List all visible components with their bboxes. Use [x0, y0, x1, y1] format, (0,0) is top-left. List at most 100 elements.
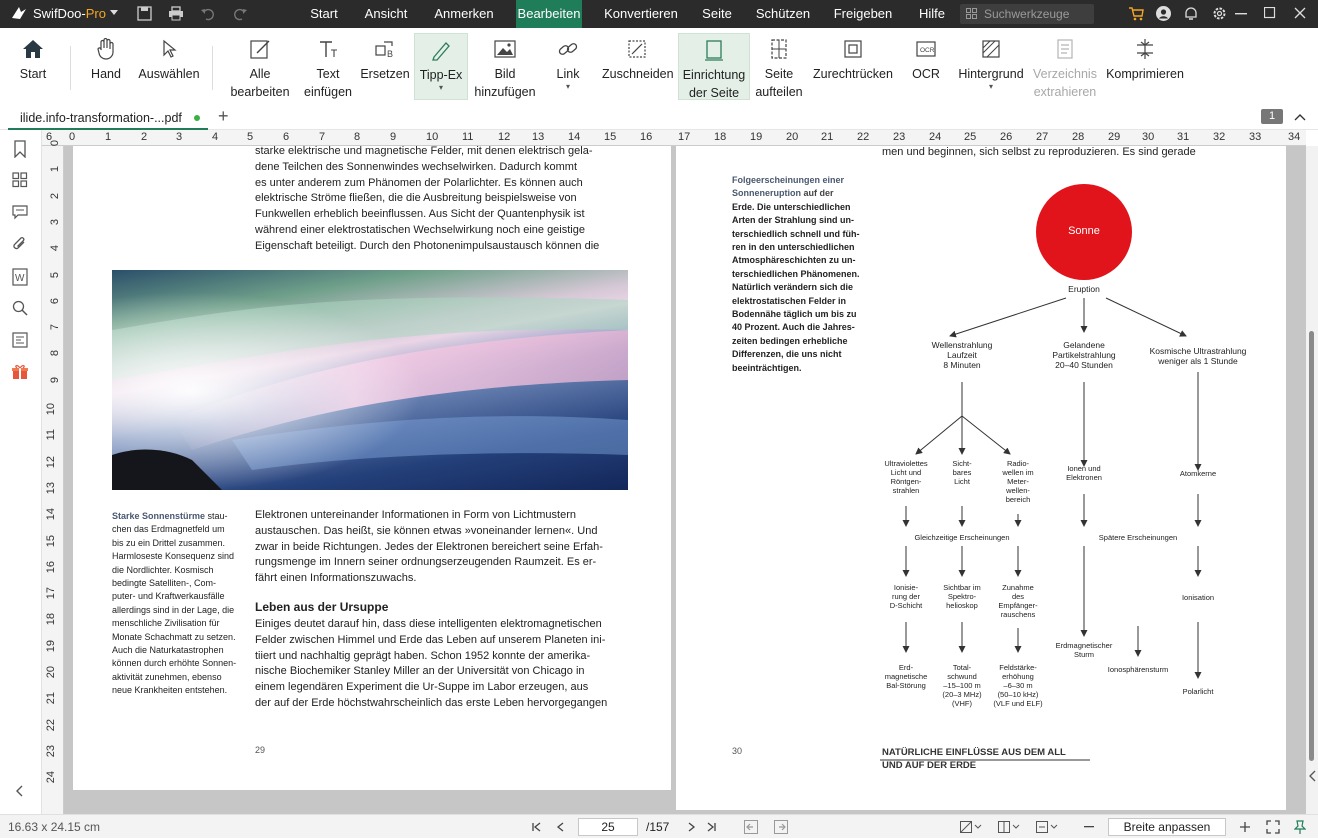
side-first: auf der [803, 188, 834, 199]
menu-tab-freigeben[interactable]: Freigeben [830, 0, 896, 28]
pin-icon[interactable] [1294, 820, 1306, 834]
zoom-mode-icon[interactable] [1036, 821, 1058, 833]
ruler-tick-label: 15 [45, 534, 57, 547]
panel-expand-chevron-icon[interactable] [1308, 770, 1316, 782]
body-mid-line: fährt einen Informationszuwachs. [255, 572, 417, 585]
back-view-icon[interactable] [744, 820, 758, 834]
link-button[interactable]: Link ▾ [548, 33, 588, 100]
settings-gear-icon[interactable] [1212, 6, 1227, 21]
insert-text-button[interactable]: Text einfügen [302, 33, 354, 100]
add-image-button[interactable]: Bild hinzufügen [474, 33, 536, 100]
fullscreen-icon[interactable] [1266, 820, 1280, 834]
edit-all-button[interactable]: Alle bearbeiten ▾ [228, 33, 292, 116]
collapse-sidebar-chevron-icon[interactable] [15, 785, 23, 797]
word-document-icon[interactable]: W [12, 268, 28, 286]
zoom-in-icon[interactable] [1240, 822, 1250, 832]
fit-width-dropdown[interactable]: Breite anpassen [1108, 818, 1226, 836]
ruler-tick-label: 14 [45, 508, 57, 521]
sun-label: Sonne [1068, 225, 1100, 237]
previous-page-icon[interactable] [556, 822, 566, 832]
print-icon[interactable] [168, 6, 184, 21]
page-number-input[interactable]: 25 [578, 818, 638, 836]
body-bottom-line: Einiges deutet darauf hin, dass diese in… [255, 618, 602, 630]
compress-label: Komprimieren [1106, 67, 1184, 81]
extract-toc-button[interactable]: Verzeichnis extrahieren [1032, 33, 1098, 100]
menu-tab-anmerken[interactable]: Anmerken [428, 0, 500, 28]
redo-icon[interactable] [232, 6, 248, 21]
notification-bell-icon[interactable] [1184, 6, 1198, 21]
body-mid-line: Elektronen untereinander Informationen i… [255, 509, 577, 521]
svg-text:W: W [15, 273, 25, 284]
page-setup-button[interactable]: Einrichtung der Seite [678, 33, 750, 100]
search-icon[interactable] [12, 300, 28, 316]
collapse-toolbar-chevron-icon[interactable] [1294, 113, 1306, 121]
first-page-icon[interactable] [532, 822, 542, 832]
last-page-icon[interactable] [706, 822, 716, 832]
select-label: Auswählen [138, 67, 200, 81]
view-mode-icon[interactable] [960, 821, 982, 833]
caption-line: Harmloseste Konsequenz sind [112, 551, 235, 562]
menu-tab-ansicht[interactable]: Ansicht [358, 0, 414, 28]
ruler-tick-label: 32 [1213, 131, 1226, 143]
straighten-button[interactable]: Zurechtrücken [812, 33, 894, 100]
undo-icon[interactable] [200, 6, 216, 21]
compress-button[interactable]: Komprimieren [1104, 33, 1186, 100]
tippex-button[interactable]: Tipp-Ex ▾ [414, 33, 468, 100]
gift-icon[interactable] [12, 364, 28, 380]
maximize-window-icon[interactable] [1264, 7, 1276, 19]
vertical-scrollbar[interactable] [1306, 146, 1318, 814]
toc-extract-icon [1032, 33, 1098, 65]
forward-view-icon[interactable] [774, 820, 788, 834]
page-dimensions: 16.63 x 24.15 cm [8, 820, 101, 834]
app-menu-caret-icon[interactable] [110, 8, 118, 16]
document-viewport[interactable]: starke elektrische und magnetische Felde… [64, 146, 1306, 814]
ocr-button[interactable]: OCR OCR [906, 33, 946, 100]
select-tool-button[interactable]: Auswählen [138, 33, 200, 100]
menu-tab-hilfe[interactable]: Hilfe [912, 0, 952, 28]
menu-tab-konvertieren[interactable]: Konvertieren [598, 0, 684, 28]
next-page-icon[interactable] [686, 822, 696, 832]
minimize-window-icon[interactable] [1235, 13, 1247, 15]
ruler-tick-label: 31 [1177, 131, 1190, 143]
document-tab[interactable]: ilide.info-transformation-...pdf [8, 106, 208, 130]
left-body-bottom: Einiges deutet darauf hin, dass diese in… [255, 617, 635, 712]
comments-icon[interactable] [12, 204, 28, 220]
side-line: 40 Prozent. Auch die Jahres- [732, 322, 855, 333]
shop-cart-icon[interactable] [1128, 6, 1144, 21]
body-top-line: elektrische Ströme fließen, die die Ausb… [255, 192, 577, 205]
bookmark-icon[interactable] [12, 140, 28, 158]
split-page-label-1: Seite [764, 67, 794, 81]
page-layout-icon[interactable] [998, 821, 1020, 833]
caption-line: neue Krankheiten entstehen. [112, 685, 228, 696]
body-top-line: während einer elektrostatischen Wechselw… [255, 223, 585, 236]
form-fields-icon[interactable] [12, 332, 28, 348]
attachment-icon[interactable] [12, 236, 28, 252]
replace-button[interactable]: B Ersetzen [360, 33, 410, 100]
uv-xray-label: Ultraviolettes Licht und Röntgen-strahlen [884, 459, 928, 495]
background-button[interactable]: Hintergrund ▾ [956, 33, 1026, 100]
user-avatar-icon[interactable] [1156, 6, 1171, 21]
body-top-line: dene Teilchen des Sonnenwindes wechselwi… [255, 160, 578, 173]
insert-text-label-2: einfügen [304, 85, 352, 99]
zoom-out-icon[interactable] [1084, 826, 1094, 828]
menu-tab-schuetzen[interactable]: Schützen [752, 0, 814, 28]
hand-tool-button[interactable]: Hand [86, 33, 126, 100]
scrollbar-thumb[interactable] [1309, 331, 1314, 761]
caption-line: bedingte Satelliten-, Com- [112, 578, 217, 589]
side-line: zeiten bedingen erhebliche [732, 335, 848, 346]
close-window-icon[interactable] [1294, 7, 1306, 19]
crop-button[interactable]: Zuschneiden [602, 33, 674, 100]
thumbnails-icon[interactable] [12, 172, 28, 188]
add-tab-plus-icon[interactable]: + [218, 106, 229, 127]
ruler-tick-label: 7 [49, 324, 61, 331]
start-button[interactable]: Start [12, 33, 54, 100]
ruler-tick-label: 2 [49, 192, 61, 199]
search-tools-input[interactable]: Suchwerkzeuge [960, 4, 1094, 24]
menu-tab-start[interactable]: Start [300, 0, 348, 28]
menu-tab-seite[interactable]: Seite [697, 0, 737, 28]
menu-tab-bearbeiten[interactable]: Bearbeiten [516, 0, 582, 28]
page-number-left: 29 [255, 745, 266, 755]
split-page-button[interactable]: Seite aufteilen [754, 33, 804, 100]
ruler-tick-label: 1 [49, 166, 61, 173]
save-icon[interactable] [137, 6, 152, 21]
